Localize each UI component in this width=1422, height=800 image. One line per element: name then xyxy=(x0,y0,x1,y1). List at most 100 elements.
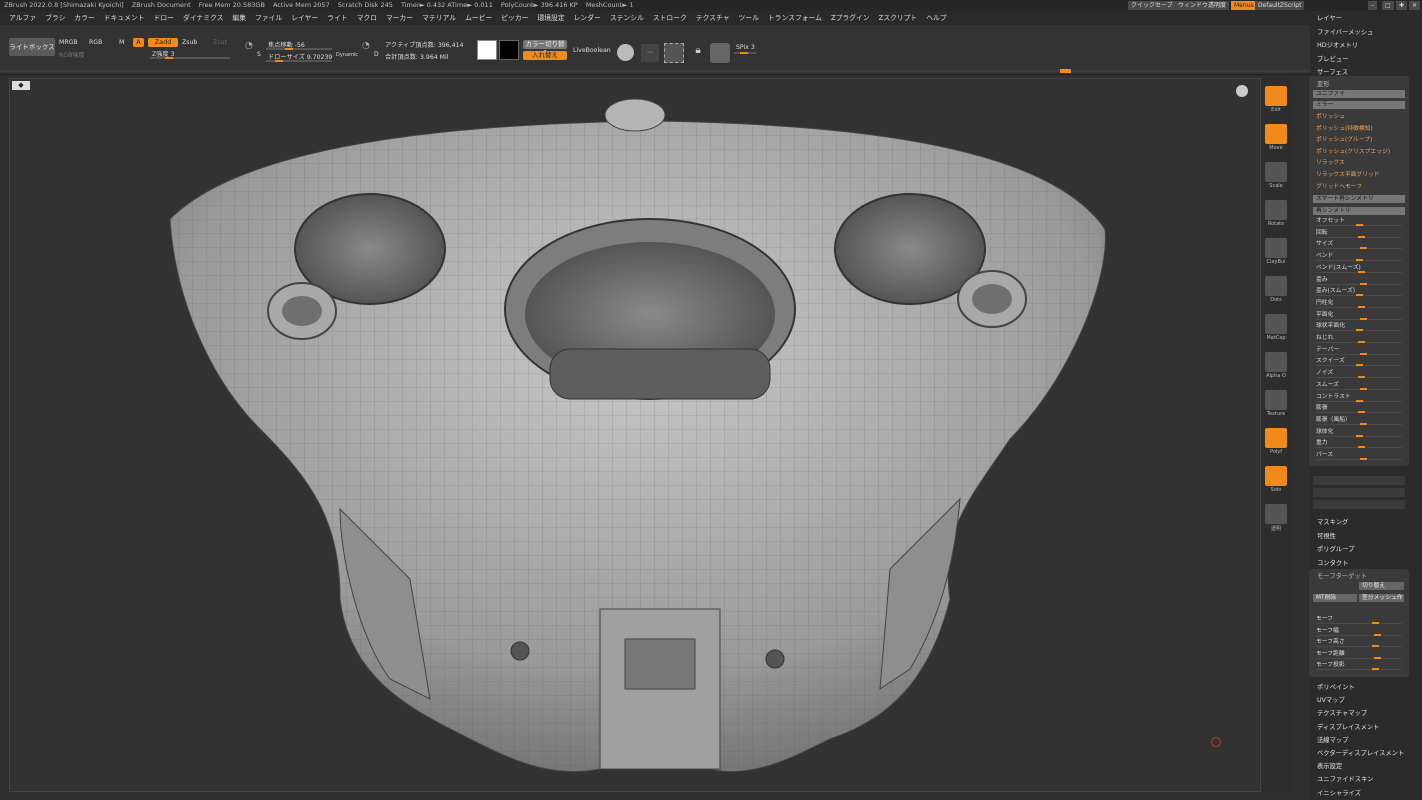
slider-track[interactable] xyxy=(1316,283,1402,285)
slider-knob[interactable] xyxy=(1358,446,1365,449)
z-intensity-knob[interactable] xyxy=(165,57,173,59)
a-button[interactable]: A xyxy=(133,38,144,47)
minimize-icon[interactable]: – xyxy=(1368,1,1377,10)
slider-knob[interactable] xyxy=(1360,247,1367,250)
slider-track[interactable] xyxy=(1316,353,1402,355)
slider-knob[interactable] xyxy=(1358,376,1365,379)
slider-knob[interactable] xyxy=(1358,341,1365,343)
deform-slider[interactable]: パース xyxy=(1316,451,1402,460)
slider-knob[interactable] xyxy=(1374,633,1381,636)
shelf-button[interactable] xyxy=(1265,504,1287,524)
deform-slider[interactable]: 歪み(スムーズ) xyxy=(1316,287,1402,297)
mt-delete-button[interactable]: MT削除 xyxy=(1313,594,1357,602)
deform-slider[interactable]: ベンド xyxy=(1316,252,1402,262)
d-circle-icon[interactable]: ◔ xyxy=(362,41,370,51)
mirror-button[interactable]: ミラー xyxy=(1313,101,1405,109)
menu-item[interactable]: ストローク xyxy=(653,11,687,25)
lightbox-button[interactable]: ライトボックス xyxy=(9,38,55,56)
dynamic-button[interactable]: Dynamic xyxy=(336,52,358,58)
deform-slider[interactable]: テーパー xyxy=(1316,346,1402,355)
menu-item[interactable]: マクロ xyxy=(357,11,377,25)
menu-item[interactable]: ピッカー xyxy=(501,11,528,25)
menu-item[interactable]: レイヤー xyxy=(291,11,318,25)
deform-slider[interactable]: 回転 xyxy=(1316,229,1402,238)
shelf-button[interactable] xyxy=(1265,276,1287,296)
slider-knob[interactable] xyxy=(1356,364,1363,367)
polish-option[interactable]: ポリッシュ(グループ) xyxy=(1313,136,1405,144)
menu-item[interactable]: 編集 xyxy=(232,11,246,25)
slider-knob[interactable] xyxy=(1372,668,1379,670)
frame-icon[interactable] xyxy=(664,43,684,63)
rgb-button[interactable]: RGB xyxy=(89,39,102,46)
lock-icon[interactable]: 🔒︎ xyxy=(691,45,705,61)
menu-item[interactable]: アルファ xyxy=(9,11,36,25)
polish-option[interactable]: リラックス xyxy=(1313,159,1405,167)
focal-shift-slider[interactable] xyxy=(266,48,332,50)
menu-item[interactable]: 環境設定 xyxy=(537,11,564,25)
s-circle-icon[interactable]: ◔ xyxy=(245,41,253,51)
panel-menu-item[interactable]: マスキング xyxy=(1317,517,1348,526)
slider-knob[interactable] xyxy=(1356,259,1363,262)
draw-size-knob[interactable] xyxy=(275,60,283,62)
panel-menu-item[interactable]: イニシャライズ xyxy=(1317,788,1361,797)
shelf-button[interactable] xyxy=(1265,86,1287,106)
slider-knob[interactable] xyxy=(1356,294,1363,297)
slider-track[interactable] xyxy=(1316,669,1402,670)
focal-shift-knob[interactable] xyxy=(285,48,293,50)
resym-button[interactable]: 再シンメトリ xyxy=(1313,207,1405,215)
menu-item[interactable]: レンダー xyxy=(574,11,601,25)
slider-knob[interactable] xyxy=(1372,622,1379,624)
menu-item[interactable]: テクスチャ xyxy=(696,11,730,25)
diff-mesh-button[interactable]: 差分メッシュ作 xyxy=(1359,594,1404,602)
deform-slider[interactable]: 膨張（風船） xyxy=(1316,416,1402,425)
deform-slider[interactable]: 歪み xyxy=(1316,276,1402,285)
morph-slider[interactable]: モーフ xyxy=(1316,615,1402,624)
deform-slider[interactable]: コントラスト xyxy=(1316,393,1402,402)
panel-menu-item[interactable]: ポリグループ xyxy=(1317,544,1354,553)
local-symmetry-icon[interactable]: ⋯ xyxy=(641,44,659,62)
deform-slider[interactable]: 平面化 xyxy=(1316,311,1402,320)
menu-item[interactable]: ダイナミクス xyxy=(183,11,223,25)
spix-knob[interactable] xyxy=(740,52,748,54)
menu-item[interactable]: ドロー xyxy=(154,11,174,25)
menu-item[interactable]: ドキュメント xyxy=(104,11,145,25)
deform-slider[interactable]: 球状平面化 xyxy=(1316,322,1402,332)
menu-item[interactable]: マーカー xyxy=(386,11,413,25)
symmetry-icon[interactable] xyxy=(617,44,634,61)
deform-slider[interactable]: オフセット xyxy=(1316,217,1402,226)
panel-menu-item[interactable]: 法線マップ xyxy=(1317,735,1348,744)
mrgb-button[interactable]: MRGB xyxy=(59,39,78,46)
slider-knob[interactable] xyxy=(1358,235,1365,238)
window-transparency-button[interactable]: ウィンドウ透明度 xyxy=(1175,1,1230,10)
shelf-button[interactable] xyxy=(1265,352,1287,372)
default-script-button[interactable]: DefaultZScript xyxy=(1255,1,1305,10)
slider-knob[interactable] xyxy=(1356,224,1363,226)
z-intensity-slider[interactable] xyxy=(150,57,230,59)
deform-slider[interactable]: スクイーズ xyxy=(1316,357,1402,367)
panel-menu-item[interactable]: プレビュー xyxy=(1317,54,1348,63)
slider-knob[interactable] xyxy=(1356,399,1363,402)
slider-knob[interactable] xyxy=(1360,458,1367,460)
polish-option[interactable]: ポリッシュ xyxy=(1313,113,1405,121)
shelf-button[interactable] xyxy=(1265,162,1287,182)
slider-knob[interactable] xyxy=(1358,270,1365,273)
settings-icon[interactable]: ✚ xyxy=(1396,1,1408,10)
deform-slider[interactable]: 球体化 xyxy=(1316,428,1402,437)
menu-item[interactable]: ヘルプ xyxy=(926,11,946,25)
panel-menu-item[interactable]: ディスプレイスメント xyxy=(1317,722,1379,731)
panel-menu-item[interactable]: コンタクト xyxy=(1317,558,1348,567)
menu-item[interactable]: トランスフォーム xyxy=(768,11,822,25)
menu-item[interactable]: ステンシル xyxy=(610,11,644,25)
color-switch-button[interactable]: カラー切り替え xyxy=(523,40,567,57)
slider-track[interactable] xyxy=(1316,248,1402,250)
polish-option[interactable]: グリッドへモーフ xyxy=(1313,183,1405,191)
menu-item[interactable]: ツール xyxy=(739,11,759,25)
slider-track[interactable] xyxy=(1316,423,1402,425)
zsub-button[interactable]: Zsub xyxy=(182,39,197,46)
panel-menu-item[interactable]: ユニファイドスキン xyxy=(1317,774,1373,783)
panel-menu-item[interactable]: サーフェス xyxy=(1317,67,1348,76)
live-boolean-button[interactable]: LiveBoolean xyxy=(573,47,611,54)
material-ball-icon[interactable] xyxy=(710,43,730,63)
slider-knob[interactable] xyxy=(1360,317,1367,320)
shelf-button[interactable] xyxy=(1265,200,1287,220)
